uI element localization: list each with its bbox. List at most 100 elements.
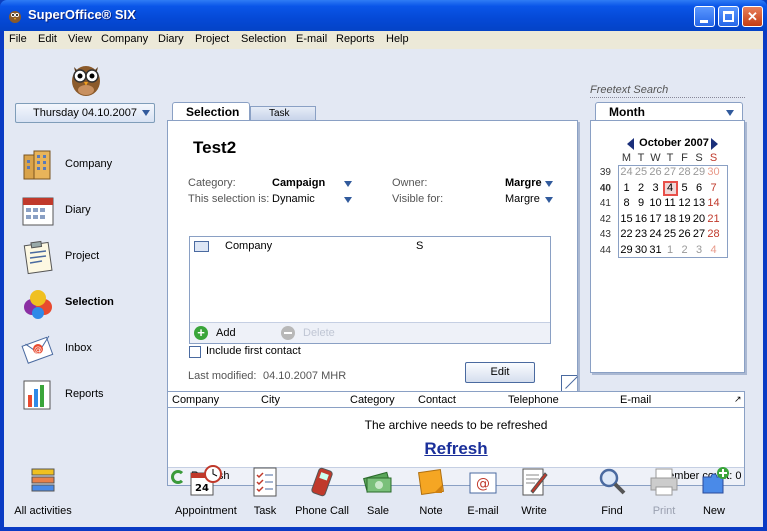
calendar-day[interactable]: 3 <box>648 181 663 196</box>
close-button[interactable]: ✕ <box>742 6 763 27</box>
expand-panel-icon[interactable] <box>561 375 577 391</box>
column-chooser-icon[interactable]: ↗ <box>734 394 742 405</box>
freetext-search-input[interactable]: Freetext Search <box>590 84 745 98</box>
calendar-day[interactable]: 17 <box>648 212 663 227</box>
week-number[interactable]: 44 <box>595 243 611 258</box>
calendar-day[interactable]: 29 <box>619 243 634 258</box>
calendar-day[interactable]: 3 <box>692 243 707 258</box>
date-selector[interactable]: Thursday 04.10.2007 <box>15 103 155 123</box>
menu-company[interactable]: Company <box>101 33 148 45</box>
sale-button[interactable]: Sale <box>348 465 408 517</box>
calendar-day[interactable]: 15 <box>619 212 634 227</box>
calendar-day[interactable]: 20 <box>692 212 707 227</box>
selection-type-dropdown-icon[interactable] <box>344 197 352 203</box>
menu-file[interactable]: File <box>9 33 27 45</box>
menu-project[interactable]: Project <box>195 33 229 45</box>
calendar-day[interactable]: 26 <box>648 165 663 180</box>
task-button[interactable]: Task <box>235 465 295 517</box>
nav-diary[interactable]: Diary <box>20 191 170 231</box>
all-activities-button[interactable]: All activities <box>13 465 73 517</box>
calendar-day[interactable]: 24 <box>619 165 634 180</box>
week-number[interactable]: 41 <box>595 196 611 211</box>
calendar-day[interactable]: 12 <box>677 196 692 211</box>
appointment-button[interactable]: 24 Appointment <box>175 465 237 517</box>
calendar-day[interactable]: 28 <box>706 227 721 242</box>
find-button[interactable]: Find <box>582 465 642 517</box>
owner-value[interactable]: Margre <box>505 177 542 189</box>
calendar-day[interactable]: 30 <box>706 165 721 180</box>
edit-button[interactable]: Edit <box>465 362 535 383</box>
criteria-value[interactable]: S <box>416 240 423 252</box>
week-number[interactable]: 42 <box>595 212 611 227</box>
column-city[interactable]: City <box>261 394 280 406</box>
calendar-day[interactable]: 4 <box>662 180 678 196</box>
maximize-button[interactable] <box>718 6 739 27</box>
calendar-day[interactable]: 1 <box>663 243 678 258</box>
nav-company[interactable]: Company <box>20 145 170 185</box>
selection-type-value[interactable]: Dynamic <box>272 193 315 205</box>
add-icon[interactable]: + <box>194 326 208 340</box>
calendar-day[interactable]: 26 <box>677 227 692 242</box>
next-month-icon[interactable] <box>711 138 718 150</box>
week-number[interactable]: 40 <box>595 181 611 196</box>
calendar-day[interactable]: 4 <box>706 243 721 258</box>
tab-selection[interactable]: Selection <box>172 102 250 120</box>
calendar-day[interactable]: 29 <box>692 165 707 180</box>
calendar-day[interactable]: 18 <box>663 212 678 227</box>
calendar-day[interactable]: 9 <box>634 196 649 211</box>
new-button[interactable]: New <box>684 465 744 517</box>
category-dropdown-icon[interactable] <box>344 181 352 187</box>
calendar-day[interactable]: 5 <box>677 181 692 196</box>
menu-help[interactable]: Help <box>386 33 409 45</box>
calendar-day[interactable]: 13 <box>692 196 707 211</box>
nav-inbox[interactable]: @ Inbox <box>20 329 170 369</box>
category-value[interactable]: Campaign <box>272 177 325 189</box>
week-number[interactable]: 39 <box>595 165 611 180</box>
visible-for-dropdown-icon[interactable] <box>545 197 553 203</box>
add-criteria-button[interactable]: Add <box>216 327 236 339</box>
menu-reports[interactable]: Reports <box>336 33 375 45</box>
phone-call-button[interactable]: Phone Call <box>292 465 352 517</box>
nav-reports[interactable]: Reports <box>20 375 170 415</box>
column-contact[interactable]: Contact <box>418 394 456 406</box>
calendar-day[interactable]: 19 <box>677 212 692 227</box>
calendar-day[interactable]: 31 <box>648 243 663 258</box>
calendar-day[interactable]: 22 <box>619 227 634 242</box>
column-email[interactable]: E-mail <box>620 394 651 406</box>
menu-edit[interactable]: Edit <box>38 33 57 45</box>
criteria-entity[interactable]: Company <box>225 240 272 252</box>
calendar-day[interactable]: 16 <box>634 212 649 227</box>
visible-for-value[interactable]: Margre <box>505 193 540 205</box>
calendar-day[interactable]: 8 <box>619 196 634 211</box>
calendar-day[interactable]: 2 <box>677 243 692 258</box>
calendar-day[interactable]: 7 <box>706 181 721 196</box>
calendar-day[interactable]: 6 <box>692 181 707 196</box>
minimize-button[interactable] <box>694 6 715 27</box>
calendar-day[interactable]: 30 <box>634 243 649 258</box>
owner-dropdown-icon[interactable] <box>545 181 553 187</box>
title-bar[interactable]: SuperOffice® SIX ✕ <box>0 0 767 31</box>
week-number[interactable]: 43 <box>595 227 611 242</box>
refresh-link[interactable]: Refresh <box>168 439 744 459</box>
calendar-day[interactable]: 14 <box>706 196 721 211</box>
calendar-day[interactable]: 25 <box>663 227 678 242</box>
calendar-day[interactable]: 27 <box>692 227 707 242</box>
nav-selection[interactable]: Selection <box>20 283 170 323</box>
calendar-view-selector[interactable]: Month <box>595 102 743 121</box>
menu-diary[interactable]: Diary <box>158 33 184 45</box>
calendar-day[interactable]: 10 <box>648 196 663 211</box>
calendar-day[interactable]: 24 <box>648 227 663 242</box>
tab-task[interactable]: Task <box>250 106 316 120</box>
column-telephone[interactable]: Telephone <box>508 394 559 406</box>
note-button[interactable]: Note <box>401 465 461 517</box>
calendar-day[interactable]: 23 <box>634 227 649 242</box>
menu-email[interactable]: E-mail <box>296 33 327 45</box>
nav-project[interactable]: Project <box>20 237 170 277</box>
column-category[interactable]: Category <box>350 394 395 406</box>
calendar-day[interactable]: 21 <box>706 212 721 227</box>
include-first-contact-label[interactable]: Include first contact <box>206 345 301 357</box>
column-company[interactable]: Company <box>172 394 219 406</box>
calendar-day[interactable]: 25 <box>634 165 649 180</box>
menu-view[interactable]: View <box>68 33 92 45</box>
include-first-contact-checkbox[interactable] <box>189 346 201 358</box>
